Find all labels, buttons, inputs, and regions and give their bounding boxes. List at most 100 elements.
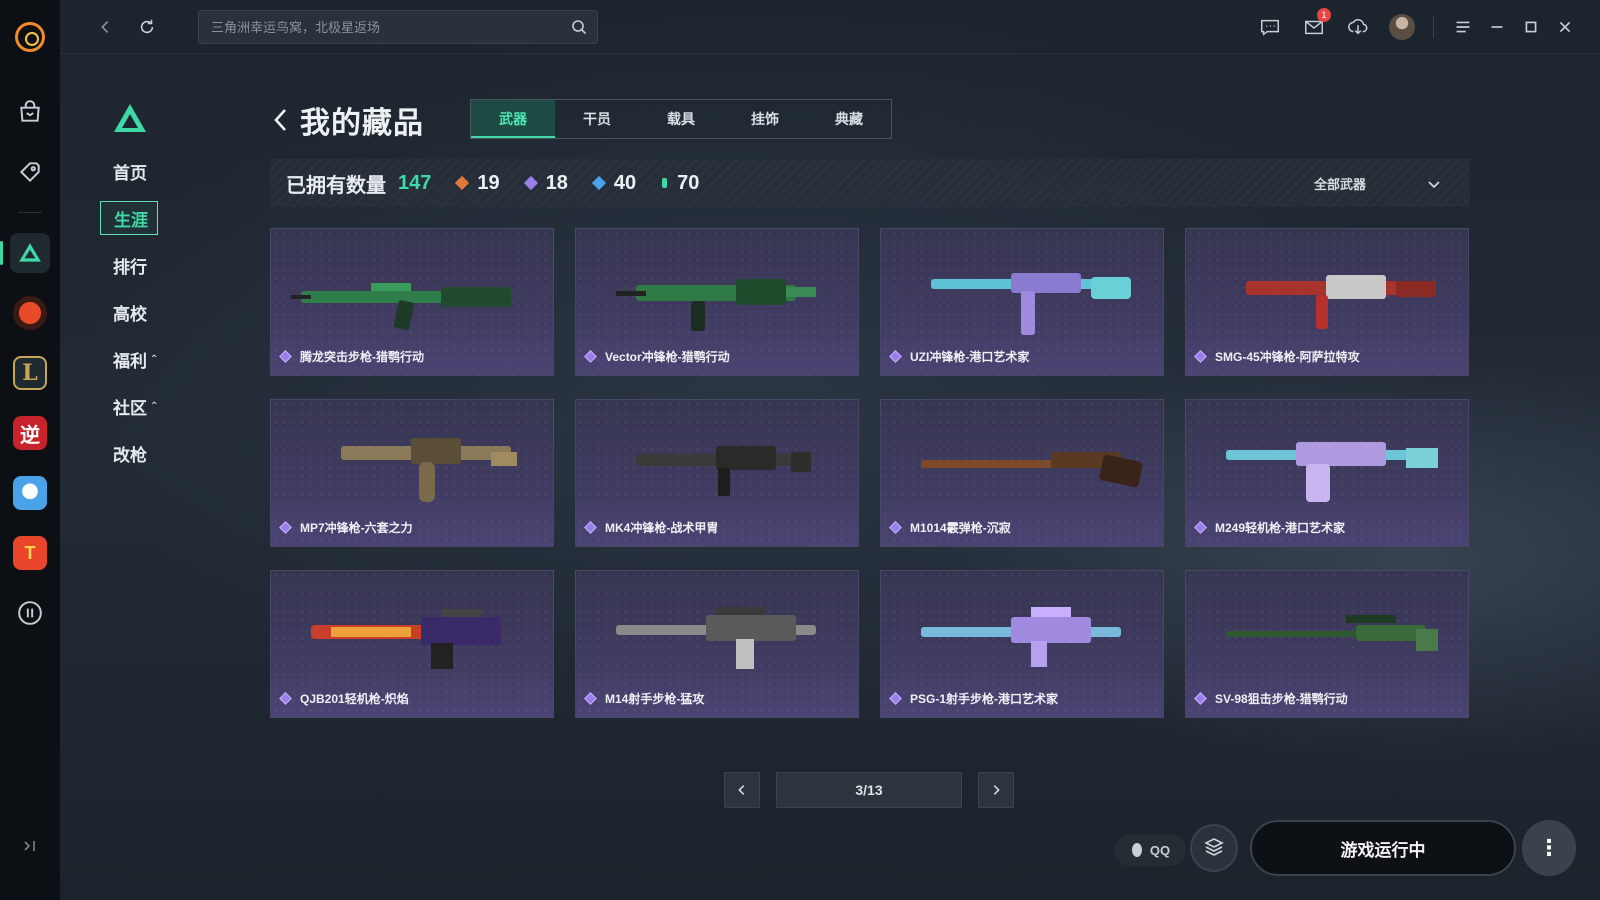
- weapon-card[interactable]: MP7冲锋枪-六套之力: [270, 399, 554, 547]
- weapon-image: [921, 452, 1143, 488]
- rarity-count: 18: [545, 171, 568, 194]
- purple-diamond-icon: [584, 692, 597, 705]
- weapon-card[interactable]: QJB201轻机枪-炽焰: [270, 570, 554, 718]
- user-avatar[interactable]: [1387, 12, 1417, 42]
- sidebar-item-welfare[interactable]: 福利 ⌃: [100, 342, 170, 376]
- purple-diamond-icon: [279, 692, 292, 705]
- page-indicator: 3/13: [776, 772, 962, 808]
- next-page-button[interactable]: [978, 772, 1014, 808]
- more-options-button[interactable]: ⋮: [1522, 820, 1576, 876]
- search-box: [198, 10, 598, 44]
- side-menu: 首页 生涯 排行 高校 福利 ⌃ 社区 ⌃ 改枪: [100, 154, 170, 483]
- chevron-down-icon: [1428, 180, 1440, 188]
- purple-diamond-icon: [889, 350, 902, 363]
- purple-diamond-icon: [279, 521, 292, 534]
- search-input[interactable]: [199, 11, 559, 43]
- sidebar-item-community[interactable]: 社区 ⌃: [100, 389, 170, 423]
- cartoon-game-icon[interactable]: [10, 473, 50, 513]
- page-header: 我的藏品: [270, 98, 424, 142]
- purple-diamond-icon: [1194, 521, 1207, 534]
- game-running-button[interactable]: 游戏运行中: [1250, 820, 1516, 876]
- icon-bar-divider: [18, 212, 42, 213]
- sidebar-item-career[interactable]: 生涯: [100, 201, 158, 235]
- weapon-filter-dropdown[interactable]: 全部武器: [1314, 174, 1442, 193]
- qq-penguin-icon: [1131, 843, 1142, 857]
- weapon-name-text: M249轻机枪-港口艺术家: [1215, 521, 1346, 535]
- stats-bar: 已拥有数量 147 19 18 40 70 全部武器: [270, 159, 1470, 207]
- tab-operators[interactable]: 干员: [555, 100, 639, 138]
- weapon-name: 腾龙突击步枪-猎鹗行动: [279, 348, 424, 365]
- blue-diamond-icon: [591, 175, 606, 191]
- chat-icon[interactable]: [1255, 12, 1285, 42]
- gamepad-tag-icon[interactable]: [10, 152, 50, 192]
- mail-icon[interactable]: 1: [1299, 8, 1331, 42]
- purple-diamond-icon: [523, 175, 538, 191]
- close-icon[interactable]: [1550, 12, 1580, 42]
- rarity-count: 19: [477, 171, 500, 194]
- weapon-name-text: QJB201轻机枪-炽焰: [300, 692, 409, 706]
- top-bar-actions: 1: [1241, 8, 1580, 42]
- app-logo-icon[interactable]: [15, 22, 45, 52]
- back-arrow-icon[interactable]: [92, 14, 118, 40]
- refresh-icon[interactable]: [134, 14, 160, 40]
- sidebar-item-gunsmith[interactable]: 改枪: [100, 436, 170, 470]
- accelerator-button[interactable]: [1190, 824, 1238, 872]
- rarity-orange-count: 19: [455, 171, 500, 195]
- weapon-name: Vector冲锋枪-猎鹗行动: [584, 348, 730, 365]
- pause-icon[interactable]: [10, 593, 50, 633]
- mail-badge: 1: [1317, 8, 1331, 22]
- tab-weapons[interactable]: 武器: [471, 100, 555, 138]
- rarity-green-count: 70: [662, 172, 699, 195]
- purple-diamond-icon: [279, 350, 292, 363]
- weapon-card[interactable]: SMG-45冲锋枪-阿萨拉特攻: [1185, 228, 1469, 376]
- weapon-name: QJB201轻机枪-炽焰: [279, 690, 409, 707]
- chevron-right-icon: [993, 785, 1000, 795]
- tab-vehicles[interactable]: 载具: [639, 100, 723, 138]
- collection-tabs: 武器 干员 载具 挂饰 典藏: [470, 99, 892, 139]
- sidebar-item-label: 改枪: [113, 445, 147, 465]
- download-icon[interactable]: [1343, 12, 1373, 42]
- league-game-icon[interactable]: L: [10, 353, 50, 393]
- weapon-name-text: 腾龙突击步枪-猎鹗行动: [300, 350, 424, 364]
- weapon-image: [921, 607, 1121, 667]
- weapon-card[interactable]: MK4冲锋枪-战术甲胄: [575, 399, 859, 547]
- purple-diamond-icon: [584, 350, 597, 363]
- minimize-icon[interactable]: [1482, 12, 1512, 42]
- crossfire-game-icon[interactable]: [10, 293, 50, 333]
- qq-login-button[interactable]: QQ: [1114, 834, 1186, 866]
- nishuihan-game-icon[interactable]: 逆: [10, 413, 50, 453]
- sidebar-item-label: 排行: [113, 257, 147, 277]
- sidebar-item-label: 社区: [113, 398, 147, 418]
- weapon-card[interactable]: PSG-1射手步枪-港口艺术家: [880, 570, 1164, 718]
- weapon-image: [616, 607, 816, 669]
- delta-force-game-icon[interactable]: [0, 233, 50, 273]
- store-bag-icon[interactable]: [10, 92, 50, 132]
- prev-page-button[interactable]: [724, 772, 760, 808]
- back-chevron-icon[interactable]: [270, 105, 290, 135]
- chevron-left-icon: [738, 785, 745, 795]
- collapse-sidebar-icon[interactable]: [20, 836, 40, 856]
- search-icon[interactable]: [571, 19, 587, 35]
- weapon-card[interactable]: UZI冲锋枪-港口艺术家: [880, 228, 1164, 376]
- tab-collection[interactable]: 典藏: [807, 100, 891, 138]
- purple-diamond-icon: [584, 521, 597, 534]
- weapon-name: SMG-45冲锋枪-阿萨拉特攻: [1194, 348, 1360, 365]
- weapon-card[interactable]: SV-98狙击步枪-猎鹗行动: [1185, 570, 1469, 718]
- sidebar-item-college[interactable]: 高校: [100, 295, 170, 329]
- tab-charms[interactable]: 挂饰: [723, 100, 807, 138]
- weapon-name: UZI冲锋枪-港口艺术家: [889, 348, 1029, 365]
- weapon-card[interactable]: Vector冲锋枪-猎鹗行动: [575, 228, 859, 376]
- weapon-card[interactable]: M1014霰弹枪-沉寂: [880, 399, 1164, 547]
- green-diamond-icon: [662, 178, 668, 188]
- weapon-card[interactable]: 腾龙突击步枪-猎鹗行动: [270, 228, 554, 376]
- tga-game-icon[interactable]: T: [10, 533, 50, 573]
- top-bar: 1: [60, 0, 1600, 54]
- weapon-card[interactable]: M249轻机枪-港口艺术家: [1185, 399, 1469, 547]
- sidebar-item-ranking[interactable]: 排行: [100, 248, 170, 282]
- owned-label: 已拥有数量: [286, 174, 386, 197]
- menu-icon[interactable]: [1448, 12, 1478, 42]
- maximize-icon[interactable]: [1516, 12, 1546, 42]
- sidebar-item-label: 生涯: [114, 210, 148, 230]
- sidebar-item-home[interactable]: 首页: [100, 154, 170, 188]
- weapon-card[interactable]: M14射手步枪-猛攻: [575, 570, 859, 718]
